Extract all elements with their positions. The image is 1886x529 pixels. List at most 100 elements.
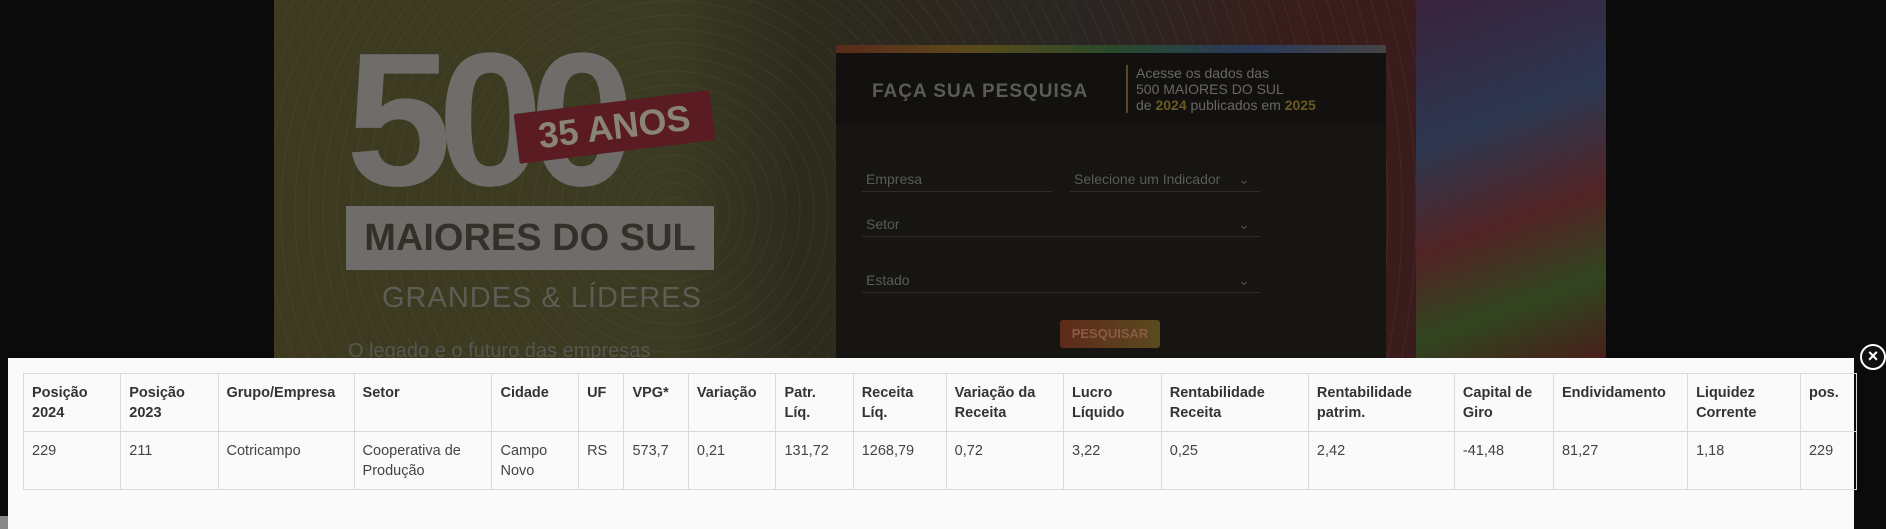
setor-select[interactable]: Setor ⌄ <box>862 211 1260 237</box>
column-header-line1: Posição <box>32 385 88 401</box>
table-cell-4: Campo Novo <box>491 431 580 490</box>
column-header-line1: Variação <box>696 385 757 401</box>
indicador-label: Selecione um Indicador <box>1074 171 1221 187</box>
column-header-16: Liquidez Corrente <box>1687 373 1801 432</box>
column-header-line1: Posição <box>129 385 185 401</box>
column-header-line1: Rentabilidade <box>1169 385 1265 401</box>
column-header-10: Variação da Receita <box>945 373 1065 432</box>
table-cell-line2: Novo <box>500 463 535 479</box>
column-header-line2: 2024 <box>32 405 65 421</box>
empresa-input[interactable]: Empresa <box>862 166 1052 192</box>
table-cell-14: -41,48 <box>1453 431 1554 490</box>
table-cell-11: 3,22 <box>1063 431 1162 490</box>
column-header-line2: Líquido <box>1072 405 1125 421</box>
table-cell-line1: 229 <box>32 443 57 459</box>
table-cell-2: Cotricampo <box>217 431 355 490</box>
column-header-line2: Líq. <box>861 405 888 421</box>
column-header-line2: Giro <box>1462 405 1493 421</box>
table-cell-line1: Cotricampo <box>226 443 301 459</box>
column-header-line1: Liquidez <box>1696 385 1755 401</box>
column-header-9: Receita Líq. <box>852 373 947 432</box>
table-cell-line1: Campo <box>500 443 548 459</box>
info-year-published: 2025 <box>1284 97 1316 113</box>
column-header-line1: Grupo/Empresa <box>226 385 336 401</box>
table-cell-line1: 1,18 <box>1696 443 1725 459</box>
brand-logo: 500 35 ANOS MAIORES DO SUL GRANDES & LÍD… <box>346 25 716 362</box>
column-header-4: Cidade <box>491 373 580 432</box>
column-header-line2: patrim. <box>1316 405 1366 421</box>
table-cell-line1: 573,7 <box>632 443 669 459</box>
result-modal: Posição 2024 Posição 2023 Grupo/Empresa Setor… <box>8 358 1858 529</box>
table-cell-12: 0,25 <box>1160 431 1309 490</box>
table-cell-line1: 0,72 <box>954 443 983 459</box>
info-mid: publicados em <box>1186 97 1285 113</box>
info-year-data: 2024 <box>1155 97 1187 113</box>
table-cell-3: Cooperativa de Produção <box>353 431 493 490</box>
table-cell-6: 573,7 <box>623 431 689 490</box>
table-header-row: Posição 2024 Posição 2023 Grupo/Empresa Setor… <box>22 373 1858 432</box>
indicador-select[interactable]: Selecione um Indicador ⌄ <box>1070 166 1260 192</box>
table-cell-line1: Cooperativa de <box>362 443 461 459</box>
column-header-line2: Corrente <box>1696 405 1757 421</box>
chevron-down-icon: ⌄ <box>1238 216 1250 232</box>
column-header-7: Variação <box>687 373 777 432</box>
table-cell-17: 229 <box>1799 431 1858 490</box>
estado-label: Estado <box>866 272 910 288</box>
info-line-3: de 2024 publicados em 2025 <box>1136 97 1316 113</box>
search-header: FAÇA SUA PESQUISA Acesse os dados das 50… <box>836 53 1386 125</box>
column-header-11: Lucro Líquido <box>1063 373 1162 432</box>
column-header-3: Setor <box>353 373 493 432</box>
column-header-line1: Variação da <box>954 385 1036 401</box>
logo-subtitle: GRANDES & LÍDERES <box>382 282 702 314</box>
column-header-1: Posição 2023 <box>120 373 219 432</box>
column-header-line1: Cidade <box>500 385 549 401</box>
estado-select[interactable]: Estado ⌄ <box>862 267 1260 293</box>
table-cell-line1: RS <box>587 443 608 459</box>
column-header-line1: VPG* <box>632 385 669 401</box>
search-panel: FAÇA SUA PESQUISA Acesse os dados das 50… <box>836 45 1386 365</box>
column-header-line1: Receita <box>861 385 914 401</box>
table-cell-7: 0,21 <box>687 431 777 490</box>
table-cell-line1: 229 <box>1808 443 1834 459</box>
column-header-15: Endividamento <box>1552 373 1689 432</box>
column-header-line1: UF <box>587 385 607 401</box>
table-row: 229 211 Cotricampo Cooperativa de Produção Ca… <box>22 431 1858 490</box>
column-header-line2: Receita <box>954 405 1007 421</box>
column-header-8: Patr. Líq. <box>775 373 854 432</box>
column-header-line2: 2023 <box>129 405 162 421</box>
table-cell-16: 1,18 <box>1687 431 1801 490</box>
setor-label: Setor <box>866 216 900 232</box>
table-cell-line1: 3,22 <box>1072 443 1101 459</box>
table-cell-15: 81,27 <box>1552 431 1689 490</box>
table-cell-line1: 1268,79 <box>861 443 915 459</box>
search-button[interactable]: PESQUISAR <box>1060 320 1160 348</box>
table-cell-line1: 81,27 <box>1561 443 1599 459</box>
chevron-down-icon: ⌄ <box>1238 171 1250 187</box>
table-cell-line2: Produção <box>362 463 425 479</box>
close-icon[interactable]: × <box>1860 344 1886 370</box>
table-cell-9: 1268,79 <box>852 431 947 490</box>
column-header-line1: Patr. <box>784 385 816 401</box>
column-header-line1: Capital de <box>1462 385 1533 401</box>
column-header-13: Rentabilidade patrim. <box>1307 373 1455 432</box>
column-header-17: pos. <box>1799 373 1858 432</box>
search-info: Acesse os dados das 500 MAIORES DO SUL d… <box>1126 65 1316 113</box>
color-strip <box>836 45 1386 53</box>
column-header-line1: Setor <box>362 385 400 401</box>
info-line-2: 500 MAIORES DO SUL <box>1136 81 1284 97</box>
scrollbar[interactable] <box>0 516 8 529</box>
logo-bar: MAIORES DO SUL <box>346 206 714 270</box>
table-cell-5: RS <box>578 431 625 490</box>
table-cell-line1: -41,48 <box>1462 443 1505 459</box>
search-title: FAÇA SUA PESQUISA <box>872 81 1089 102</box>
chevron-down-icon: ⌄ <box>1238 272 1250 288</box>
column-header-line1: pos. <box>1808 385 1839 401</box>
table-cell-line1: 0,21 <box>696 443 726 459</box>
column-header-5: UF <box>578 373 625 432</box>
info-line-1: Acesse os dados das <box>1136 65 1270 81</box>
column-header-line1: Rentabilidade <box>1316 385 1412 401</box>
info-prefix: de <box>1136 97 1156 113</box>
column-header-14: Capital de Giro <box>1453 373 1554 432</box>
column-header-line1: Lucro <box>1072 385 1113 401</box>
table-cell-line1: 0,25 <box>1169 443 1198 459</box>
